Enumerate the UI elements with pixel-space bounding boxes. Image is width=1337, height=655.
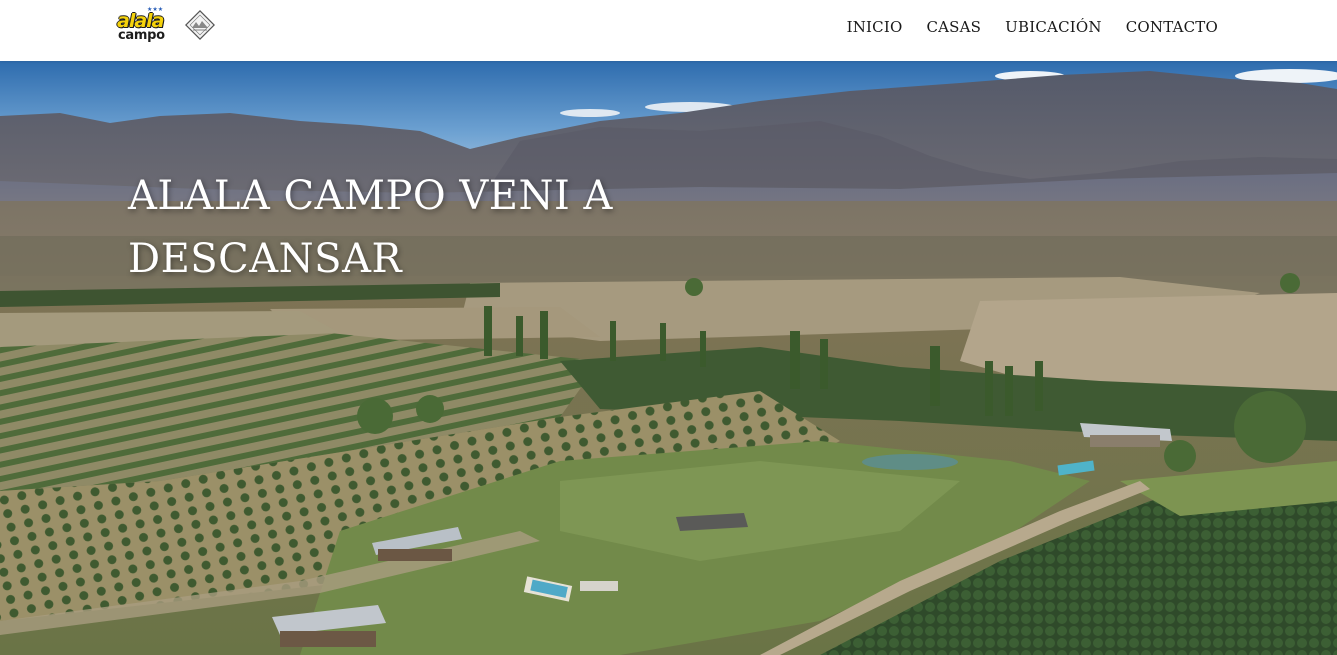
nav-item-inicio[interactable]: INICIO xyxy=(847,18,903,36)
site-logo[interactable]: ★★★ alala campo xyxy=(117,7,219,47)
logo-word-bottom: campo xyxy=(118,28,165,43)
nav-item-casas[interactable]: CASAS xyxy=(926,18,981,36)
site-header: ★★★ alala campo INICIO CASAS UBICACIÓN C… xyxy=(0,0,1337,61)
hero-background-image xyxy=(0,61,1337,655)
hero-section: ALALA CAMPO VENI A DESCANSAR xyxy=(0,61,1337,655)
hero-title: ALALA CAMPO VENI A DESCANSAR xyxy=(128,173,613,282)
nav-item-ubicacion[interactable]: UBICACIÓN xyxy=(1005,18,1102,36)
logo-wordmark: ★★★ alala campo xyxy=(117,7,183,47)
nav-item-contacto[interactable]: CONTACTO xyxy=(1126,18,1218,36)
diamond-badge-icon xyxy=(185,10,215,40)
main-nav: INICIO CASAS UBICACIÓN CONTACTO xyxy=(847,18,1218,36)
